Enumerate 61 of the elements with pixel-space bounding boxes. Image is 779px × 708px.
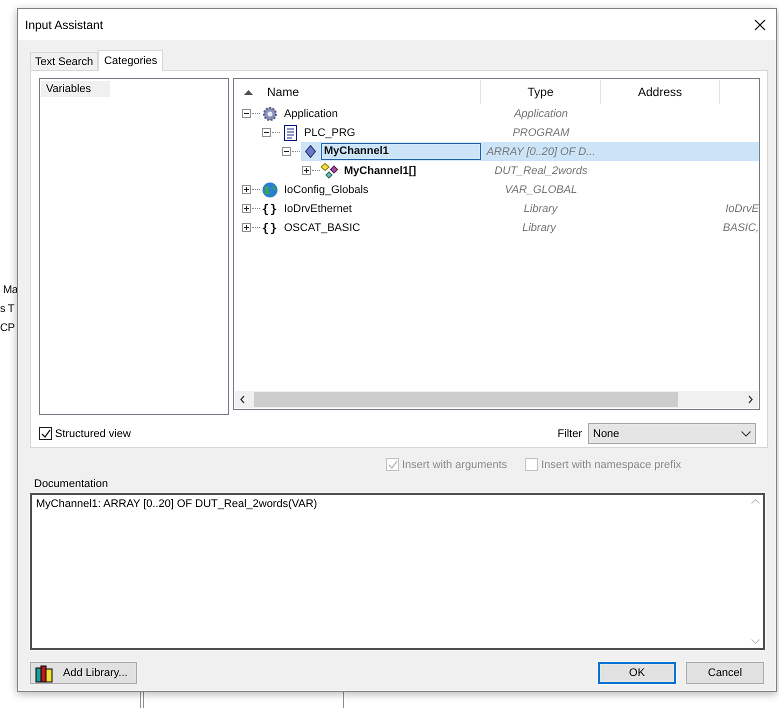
- cancel-button[interactable]: Cancel: [686, 662, 764, 684]
- background-text: CP: [0, 322, 15, 334]
- tree-row[interactable]: {} OSCAT_BASIC Library BASIC,: [234, 218, 759, 237]
- background-text: Ma: [3, 284, 18, 296]
- address-text: BASIC,: [722, 222, 759, 234]
- tree-row[interactable]: {} IoDrvEthernet Library IoDrvE: [234, 199, 759, 218]
- tree-row[interactable]: PLC_PRG PROGRAM: [234, 123, 759, 142]
- tree-item-name: IoConfig_Globals: [283, 182, 370, 198]
- collapse-icon[interactable]: [282, 147, 291, 156]
- structure-icon: [321, 162, 339, 178]
- sort-ascending-icon[interactable]: [244, 90, 253, 94]
- close-icon[interactable]: [754, 18, 766, 30]
- filter-label: Filter: [558, 428, 582, 440]
- collapse-icon[interactable]: [242, 109, 251, 118]
- checkbox-label: Insert with arguments: [402, 458, 508, 470]
- window-title: Input Assistant: [25, 18, 104, 32]
- tree-item-name: MyChannel1[]: [343, 164, 418, 178]
- expand-icon[interactable]: [302, 166, 311, 175]
- type-text: ARRAY [0..20] OF D...: [486, 146, 596, 158]
- tree-row[interactable]: MyChannel1[] DUT_Real_2words: [234, 161, 759, 180]
- horizontal-scrollbar[interactable]: [235, 391, 758, 408]
- type-text: DUT_Real_2words: [494, 164, 588, 176]
- type-text: PROGRAM: [512, 126, 570, 138]
- tree-item-name: PLC_PRG: [303, 126, 356, 140]
- chevron-down-icon: [741, 430, 751, 436]
- tree-item-name: Application: [283, 106, 339, 122]
- braces-icon: {}: [262, 202, 278, 216]
- books-icon: [35, 664, 54, 682]
- expand-icon[interactable]: [242, 204, 251, 213]
- diamond-icon: [304, 145, 316, 158]
- add-library-button[interactable]: Add Library...: [30, 662, 137, 684]
- background-text: s T: [0, 303, 14, 315]
- tab[interactable]: Categories: [98, 50, 164, 71]
- tree-row[interactable]: Application Application: [234, 104, 759, 123]
- ok-button[interactable]: OK: [598, 662, 676, 684]
- column-header[interactable]: Address: [638, 85, 682, 99]
- checkbox-label: Structured view: [55, 428, 131, 440]
- checkbox-label: Insert with namespace prefix: [541, 458, 682, 470]
- documentation-label: Documentation: [34, 478, 109, 490]
- expand-icon[interactable]: [242, 185, 251, 194]
- tree-row[interactable]: IoConfig_Globals VAR_GLOBAL: [234, 180, 759, 199]
- document-icon: [284, 124, 296, 140]
- type-text: VAR_GLOBAL: [504, 184, 578, 196]
- type-text: Application: [514, 108, 568, 120]
- tree-item-name: OSCAT_BASIC: [283, 220, 362, 236]
- expand-icon[interactable]: [242, 223, 251, 232]
- globe-icon: [262, 182, 278, 198]
- type-text: Library: [524, 202, 558, 214]
- column-header[interactable]: Type: [527, 85, 554, 99]
- address-text: IoDrvE: [725, 202, 759, 214]
- tab[interactable]: Text Search: [30, 52, 98, 70]
- tree-item-name: MyChannel1: [321, 143, 481, 160]
- column-header[interactable]: Name: [267, 85, 300, 99]
- collapse-icon[interactable]: [262, 128, 271, 137]
- gear-icon: [262, 106, 278, 122]
- checkbox[interactable]: [39, 427, 52, 440]
- tree-item-name: IoDrvEthernet: [283, 202, 353, 216]
- braces-icon: {}: [262, 220, 278, 234]
- filter-dropdown[interactable]: None: [588, 423, 756, 444]
- category-item[interactable]: Variables: [41, 81, 110, 97]
- type-text: Library: [522, 222, 556, 234]
